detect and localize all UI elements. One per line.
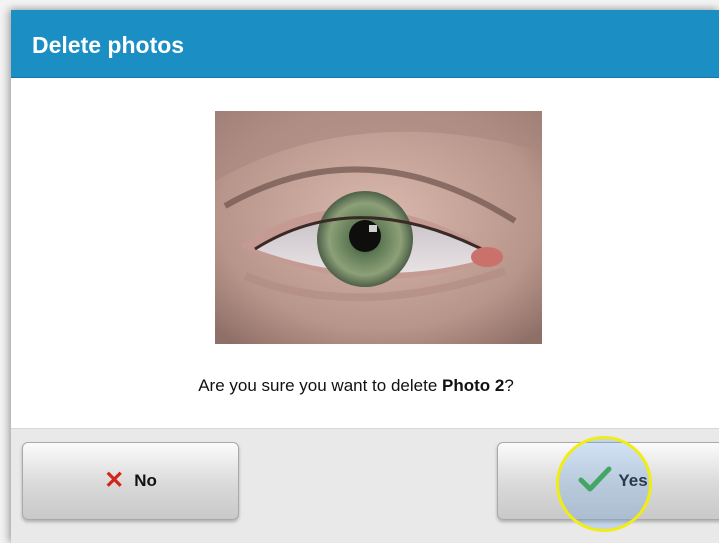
no-button[interactable]: ✕ No xyxy=(22,442,239,520)
checkmark-icon xyxy=(578,465,612,498)
dialog-title: Delete photos xyxy=(32,32,185,58)
photo-name: Photo 2 xyxy=(442,376,505,395)
message-suffix: ? xyxy=(504,376,514,395)
yes-button[interactable]: Yes xyxy=(497,442,719,520)
message-prefix: Are you sure you want to delete xyxy=(198,376,442,395)
eye-photo-preview xyxy=(215,111,542,344)
close-icon: ✕ xyxy=(104,467,125,494)
delete-confirmation-message: Are you sure you want to delete Photo 2? xyxy=(11,376,701,396)
dialog-title-bar: Delete photos xyxy=(11,10,719,78)
yes-button-label: Yes xyxy=(618,471,648,490)
eye-photo-image xyxy=(215,111,542,344)
no-button-label: No xyxy=(134,471,157,490)
